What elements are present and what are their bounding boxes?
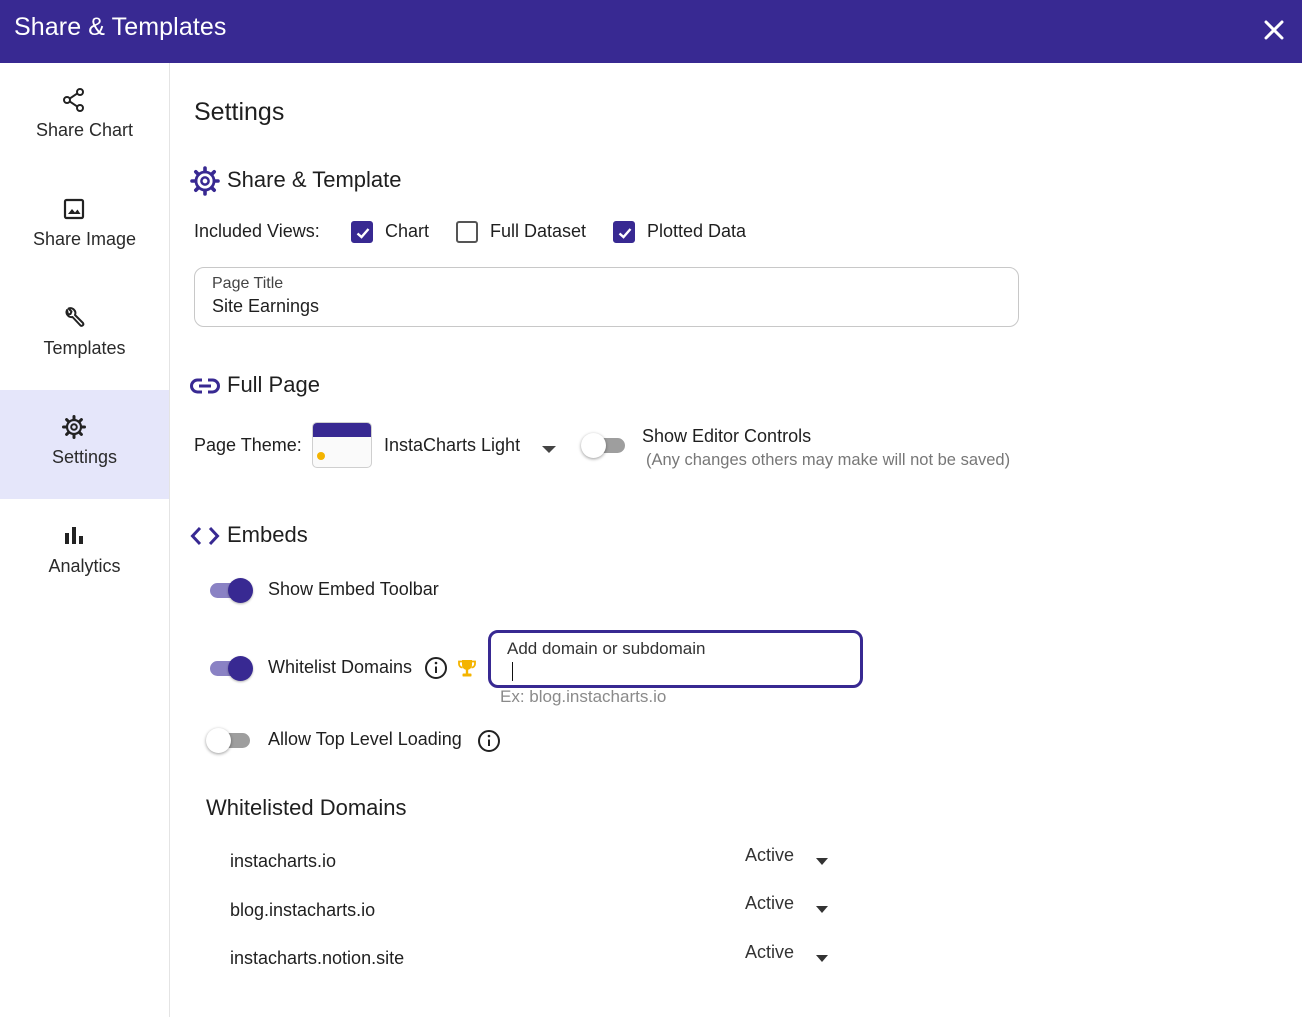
gear-icon [61, 414, 87, 440]
domain-input-placeholder: Add domain or subdomain [507, 639, 706, 658]
chevron-down-icon [815, 901, 829, 919]
domain-status-value: Active [745, 942, 795, 962]
domain-input[interactable]: Add domain or subdomain [488, 630, 863, 688]
section-heading: Share & Template [227, 167, 402, 192]
whitelisted-domain: instacharts.notion.site [230, 948, 405, 968]
included-views-label: Included Views: [194, 221, 320, 241]
show-editor-controls-note: (Any changes others may make will not be… [646, 451, 1011, 469]
show-embed-toolbar-toggle[interactable] [206, 577, 254, 603]
domain-status-value: Active [745, 893, 795, 913]
text-caret [512, 662, 513, 681]
domain-status-select[interactable]: Active [745, 942, 845, 970]
page-theme-select[interactable]: InstaCharts Light [384, 435, 520, 456]
page-title: Settings [194, 98, 285, 126]
page-title-field-value: Site Earnings [212, 296, 320, 316]
domain-status-select[interactable]: Active [745, 845, 845, 873]
wrench-icon [61, 305, 87, 331]
sidebar-item-label: Settings [51, 447, 118, 467]
checkbox-plotted-data[interactable] [613, 221, 635, 243]
show-editor-controls-toggle[interactable] [581, 432, 629, 458]
bar-chart-icon [61, 523, 87, 549]
sidebar-item-settings[interactable]: Settings [0, 390, 169, 499]
show-editor-controls-label: Show Editor Controls [642, 426, 812, 446]
sidebar: Share Chart Share Image Templates Settin… [0, 63, 170, 1017]
domain-status-value: Active [745, 845, 795, 865]
section-heading: Full Page [227, 372, 320, 397]
checkbox-full-dataset-label: Full Dataset [490, 221, 587, 241]
dialog-title: Share & Templates [14, 13, 227, 41]
whitelist-domains-label: Whitelist Domains [268, 657, 413, 677]
sidebar-item-analytics[interactable]: Analytics [0, 499, 169, 608]
sidebar-item-share-image[interactable]: Share Image [0, 172, 169, 281]
sidebar-item-label: Templates [43, 338, 126, 358]
allow-top-level-loading-toggle[interactable] [206, 727, 254, 753]
sidebar-item-templates[interactable]: Templates [0, 281, 169, 390]
whitelisted-domains-heading: Whitelisted Domains [206, 795, 407, 820]
sidebar-item-label: Share Image [32, 229, 137, 249]
checkbox-plotted-data-label: Plotted Data [647, 221, 747, 241]
sidebar-item-label: Share Chart [35, 120, 134, 140]
checkbox-full-dataset[interactable] [456, 221, 478, 243]
dialog-header: Share & Templates [0, 0, 1302, 63]
chevron-down-icon [815, 853, 829, 871]
show-embed-toolbar-label: Show Embed Toolbar [268, 579, 439, 599]
trophy-icon [456, 657, 478, 679]
sidebar-item-label: Analytics [48, 556, 121, 576]
gear-icon [189, 165, 221, 197]
info-icon[interactable] [424, 656, 448, 680]
allow-top-level-loading-label: Allow Top Level Loading [268, 729, 462, 749]
page-title-field[interactable]: Page Title Site Earnings [194, 267, 1019, 327]
checkbox-chart[interactable] [351, 221, 373, 243]
checkbox-chart-label: Chart [385, 221, 430, 241]
theme-preview-swatch[interactable] [312, 422, 372, 468]
whitelisted-domain: blog.instacharts.io [230, 900, 376, 920]
link-icon [189, 370, 221, 402]
domain-status-select[interactable]: Active [745, 893, 845, 921]
sidebar-item-share-chart[interactable]: Share Chart [0, 63, 169, 172]
code-icon [189, 520, 221, 552]
share-icon [61, 87, 87, 113]
chevron-down-icon[interactable] [542, 441, 556, 453]
info-icon[interactable] [477, 729, 501, 753]
domain-input-helper: Ex: blog.instacharts.io [500, 687, 667, 706]
whitelisted-domain: instacharts.io [230, 851, 337, 871]
close-icon[interactable] [1260, 16, 1288, 44]
section-heading: Embeds [227, 522, 308, 547]
image-icon [61, 196, 87, 222]
page-theme-label: Page Theme: [194, 435, 302, 455]
chevron-down-icon [815, 950, 829, 968]
whitelist-domains-toggle[interactable] [206, 655, 254, 681]
page-title-field-label: Page Title [212, 275, 284, 292]
